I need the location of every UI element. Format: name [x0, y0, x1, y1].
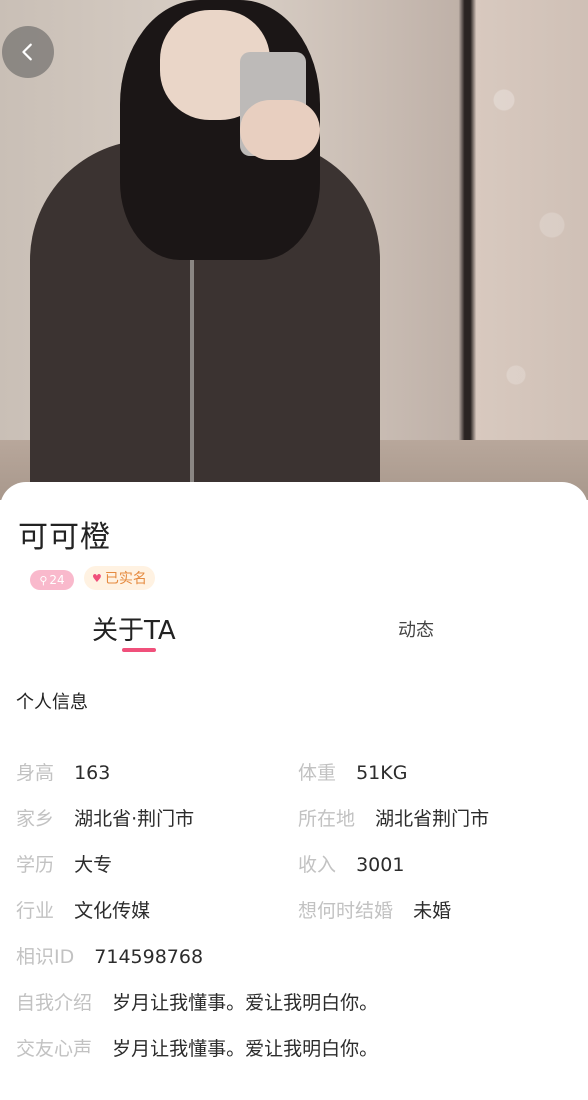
info-row-friend: 交友心声 岁月让我懂事。爱让我明白你。	[16, 1034, 378, 1061]
level-badge: ⚲ 24	[30, 570, 74, 590]
tab-about[interactable]: 关于TA	[92, 610, 176, 647]
location-label: 所在地	[298, 808, 356, 830]
section-title-personal-info: 个人信息	[16, 692, 88, 713]
info-row-education: 学历 大专	[16, 850, 112, 877]
search-heart-icon: ⚲	[39, 573, 48, 587]
height-label: 身高	[16, 762, 55, 784]
verified-badge-label: 已实名	[104, 571, 147, 587]
marriage-label: 想何时结婚	[298, 900, 394, 922]
weight-value: 51KG	[356, 762, 408, 784]
weight-label: 体重	[298, 762, 337, 784]
info-row-hometown: 家乡 湖北省·荆门市	[16, 804, 194, 831]
education-value: 大专	[74, 854, 113, 876]
friend-label: 交友心声	[16, 1038, 93, 1060]
friend-value: 岁月让我懂事。爱让我明白你。	[112, 1038, 379, 1060]
info-row-location: 所在地 湖北省荆门市	[298, 804, 489, 831]
level-badge-value: 24	[49, 573, 65, 587]
info-row-intro: 自我介绍 岁月让我懂事。爱让我明白你。	[16, 988, 378, 1015]
profile-name: 可可橙	[18, 520, 111, 555]
info-row-height: 身高 163	[16, 758, 110, 785]
education-label: 学历	[16, 854, 55, 876]
info-row-marriage: 想何时结婚 未婚	[298, 896, 451, 923]
info-row-id: 相识ID 714598768	[16, 942, 203, 969]
chevron-left-icon	[22, 43, 32, 61]
location-value: 湖北省荆门市	[375, 808, 490, 830]
height-value: 163	[74, 762, 111, 784]
income-value: 3001	[356, 854, 405, 876]
photo-hand	[240, 100, 320, 160]
industry-value: 文化传媒	[74, 900, 151, 922]
wall-pattern	[468, 0, 588, 500]
intro-label: 自我介绍	[16, 992, 93, 1014]
tab-moments[interactable]: 动态	[398, 616, 434, 642]
info-row-weight: 体重 51KG	[298, 758, 407, 785]
industry-label: 行业	[16, 900, 55, 922]
active-tab-indicator	[122, 648, 156, 652]
hometown-label: 家乡	[16, 808, 55, 830]
profile-info-sheet: 可可橙 ⚲ 24 ♥ 已实名 关于TA 动态 个人信息 身高 163 体重 51…	[0, 482, 588, 1100]
back-button[interactable]	[2, 26, 54, 78]
info-row-income: 收入 3001	[298, 850, 404, 877]
profile-photo	[0, 0, 588, 500]
heart-icon: ♥	[92, 571, 102, 585]
income-label: 收入	[298, 854, 337, 876]
id-value: 714598768	[94, 946, 204, 968]
marriage-value: 未婚	[413, 900, 452, 922]
intro-value: 岁月让我懂事。爱让我明白你。	[112, 992, 379, 1014]
hometown-value: 湖北省·荆门市	[74, 808, 195, 830]
info-row-industry: 行业 文化传媒	[16, 896, 150, 923]
id-label: 相识ID	[16, 946, 75, 968]
verified-badge: ♥ 已实名	[84, 566, 155, 590]
